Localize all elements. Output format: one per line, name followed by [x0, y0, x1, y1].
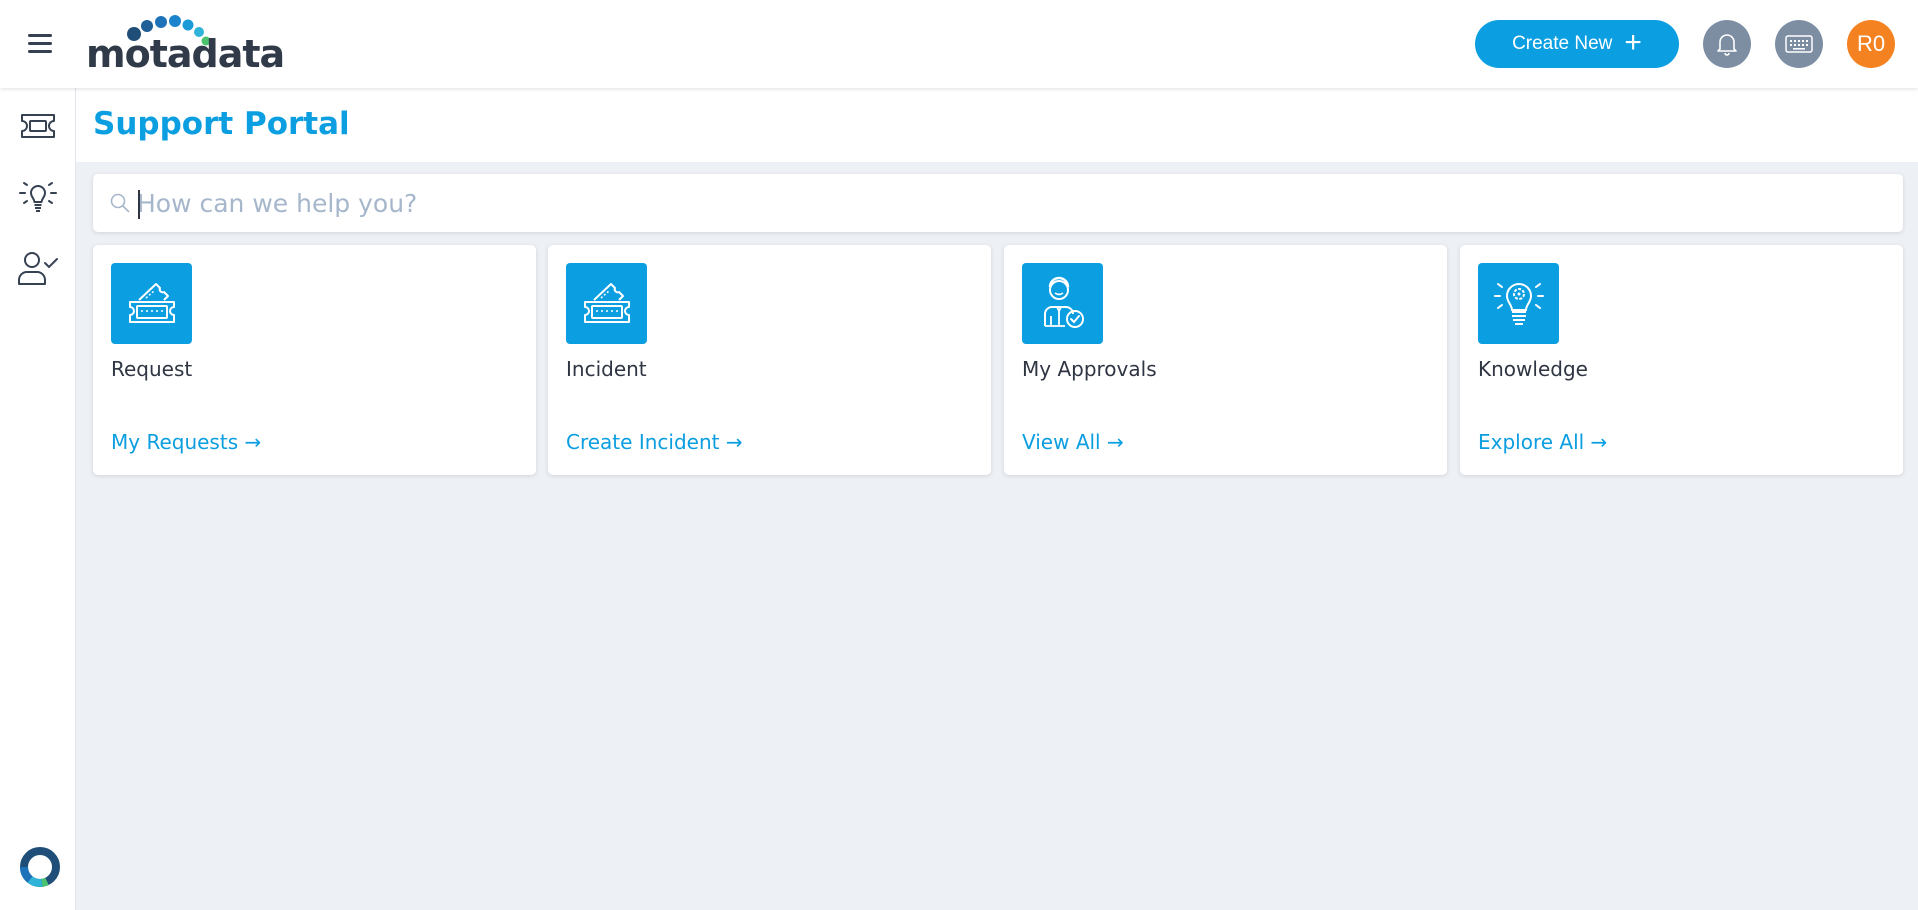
my-requests-link[interactable]: My Requests →: [111, 430, 261, 454]
card-title: Knowledge: [1478, 357, 1588, 381]
user-check-icon: [18, 252, 58, 285]
keyboard-icon: [1785, 35, 1813, 53]
text-cursor: [138, 190, 140, 219]
view-all-approvals-link[interactable]: View All →: [1022, 430, 1124, 454]
create-new-button[interactable]: Create New +: [1475, 20, 1679, 68]
card-icon-container: [1478, 263, 1559, 344]
search-box: [93, 174, 1903, 232]
lightbulb-icon: [19, 182, 57, 212]
notifications-button[interactable]: [1703, 20, 1751, 68]
menu-toggle-icon[interactable]: [28, 34, 52, 54]
plus-icon: +: [1624, 25, 1642, 59]
sidebar: [0, 88, 76, 910]
create-new-label: Create New: [1512, 33, 1613, 54]
ticket-icon: [583, 282, 630, 323]
lightbulb-gear-icon: [1493, 282, 1544, 325]
card-title: Request: [111, 357, 193, 381]
card-incident[interactable]: Incident Create Incident →: [548, 245, 991, 475]
card-knowledge[interactable]: Knowledge Explore All →: [1460, 245, 1903, 475]
ticket-icon: [21, 114, 55, 138]
page-header: Support Portal: [76, 88, 1918, 162]
sidebar-item-tickets[interactable]: [14, 104, 62, 148]
explore-all-link[interactable]: Explore All →: [1478, 430, 1607, 454]
card-my-approvals[interactable]: My Approvals View All →: [1004, 245, 1447, 475]
page-title: Support Portal: [93, 106, 350, 142]
approver-icon: [1043, 276, 1084, 328]
sidebar-item-approvals[interactable]: [14, 246, 62, 290]
ticket-icon: [128, 282, 175, 323]
sidebar-item-knowledge[interactable]: [14, 174, 62, 218]
card-icon-container: [1022, 263, 1103, 344]
keyboard-shortcuts-button[interactable]: [1775, 20, 1823, 68]
search-input[interactable]: [137, 174, 1877, 232]
card-request[interactable]: Request My Requests →: [93, 245, 536, 475]
motadata-logo[interactable]: motadata: [86, 14, 286, 76]
create-incident-link[interactable]: Create Incident →: [566, 430, 743, 454]
bell-icon: [1717, 34, 1737, 56]
card-icon-container: [111, 263, 192, 344]
user-avatar[interactable]: R0: [1847, 20, 1895, 68]
card-title: Incident: [566, 357, 647, 381]
search-icon: [110, 193, 130, 213]
motadata-ring-logo[interactable]: [18, 845, 62, 889]
card-title: My Approvals: [1022, 357, 1157, 381]
top-bar: motadata Create New + R0: [0, 0, 1918, 88]
logo-text: motadata: [86, 32, 285, 76]
card-icon-container: [566, 263, 647, 344]
